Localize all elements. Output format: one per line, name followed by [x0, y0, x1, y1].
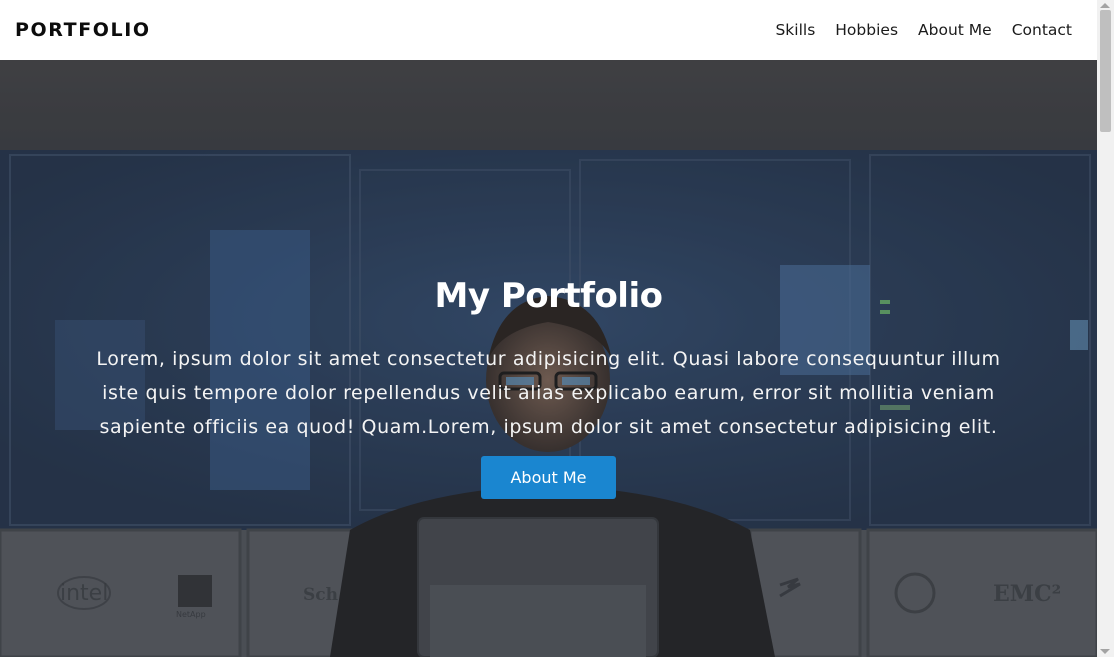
hero-description: Lorem, ipsum dolor sit amet consectetur … [96, 348, 1001, 438]
brand-logo[interactable]: PORTFOLIO [15, 19, 151, 41]
navbar: PORTFOLIO Skills Hobbies About Me Contac… [0, 0, 1097, 60]
nav-link-about-me[interactable]: About Me [918, 21, 992, 39]
page-scrollbar[interactable] [1097, 0, 1114, 657]
nav-link-skills[interactable]: Skills [775, 21, 815, 39]
nav-link-hobbies[interactable]: Hobbies [835, 21, 898, 39]
scroll-down-arrow-icon[interactable] [1100, 649, 1110, 654]
scroll-thumb[interactable] [1100, 10, 1111, 132]
scroll-up-arrow-icon[interactable] [1100, 3, 1110, 8]
nav-link-contact[interactable]: Contact [1012, 21, 1072, 39]
nav-links: Skills Hobbies About Me Contact [775, 21, 1072, 39]
hero-section: intel NetApp Sch EMC² My Portfolio Lorem… [0, 60, 1097, 657]
hero-content: My Portfolio Lorem, ipsum dolor sit amet… [0, 276, 1097, 499]
hero-title: My Portfolio [434, 276, 663, 316]
about-me-button[interactable]: About Me [481, 456, 616, 499]
